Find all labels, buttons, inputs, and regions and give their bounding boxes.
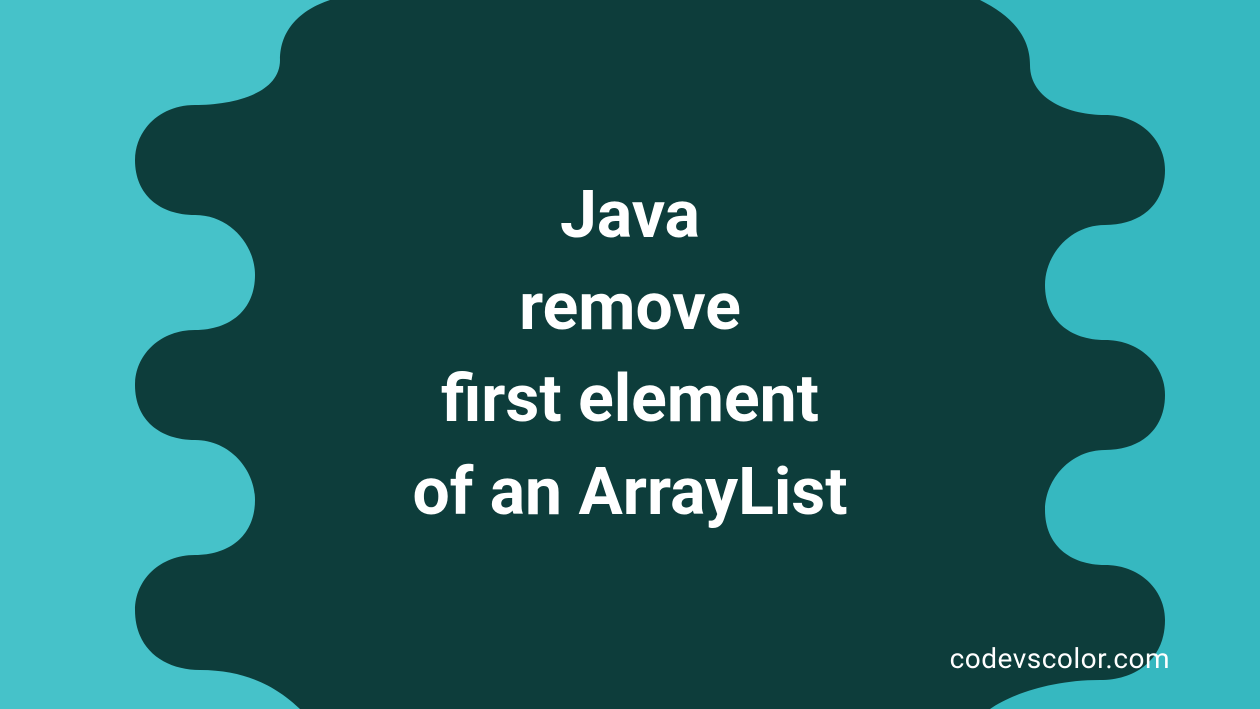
right-blob	[980, 0, 1260, 709]
banner-title: Java remove first element of an ArrayLis…	[412, 170, 847, 540]
watermark-text: codevscolor.com	[950, 642, 1170, 675]
title-line-4: of an ArrayList	[412, 454, 847, 531]
title-line-1: Java	[560, 177, 700, 254]
title-line-2: remove	[519, 269, 741, 346]
banner-card: Java remove first element of an ArrayLis…	[0, 0, 1260, 709]
left-blob	[0, 0, 330, 709]
title-line-3: first element	[441, 362, 819, 439]
